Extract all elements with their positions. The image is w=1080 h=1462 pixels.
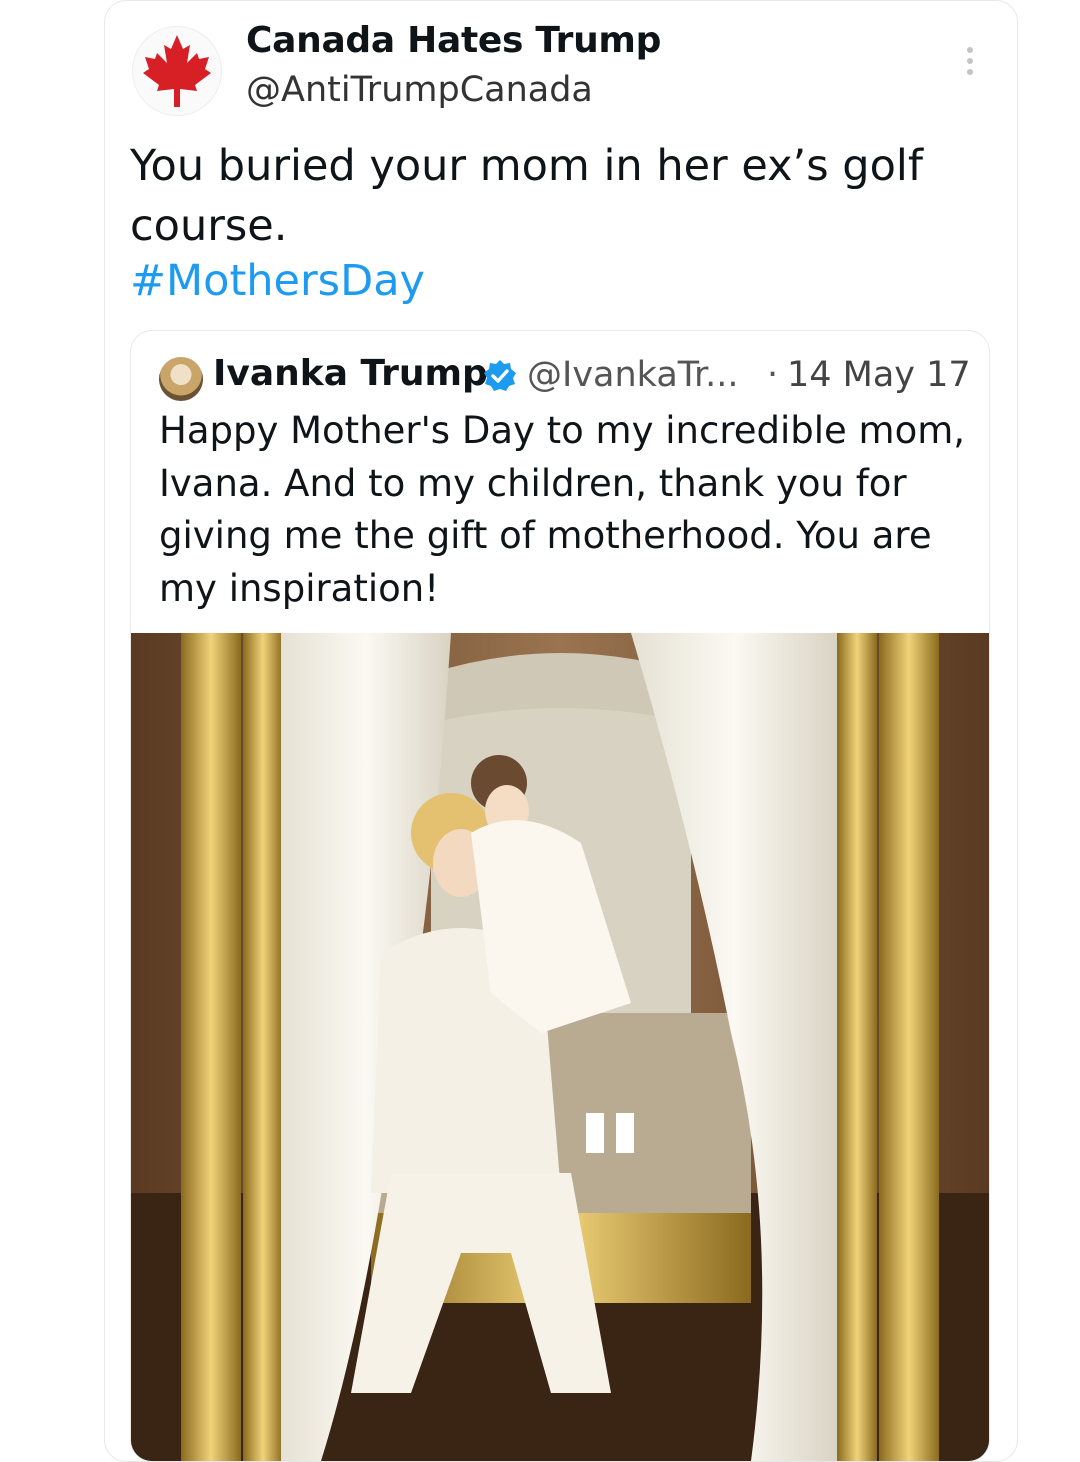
- quoted-author-name[interactable]: Ivanka Trump: [213, 353, 488, 394]
- hashtag-link[interactable]: #MothersDay: [130, 256, 425, 306]
- quoted-author-handle[interactable]: @IvankaTr...: [527, 355, 739, 395]
- quoted-author-avatar[interactable]: [159, 357, 203, 401]
- author-handle[interactable]: @AntiTrumpCanada: [246, 70, 593, 110]
- author-avatar[interactable]: [132, 26, 222, 116]
- quoted-photo[interactable]: [131, 633, 989, 1461]
- author-name[interactable]: Canada Hates Trump: [246, 20, 661, 61]
- tweet-text: You buried your mom in her ex’s golf cou…: [130, 141, 923, 251]
- quoted-tweet[interactable]: Ivanka Trump @IvankaTr... · 14 May 17 Ha…: [130, 330, 990, 1462]
- maple-leaf-icon: [143, 35, 211, 107]
- verified-badge-icon: [483, 359, 517, 393]
- more-vertical-icon[interactable]: [960, 44, 980, 80]
- separator-dot: ·: [767, 355, 779, 395]
- photo-illustration: [131, 633, 989, 1461]
- quoted-text: Happy Mother's Day to my incredible mom,…: [159, 409, 966, 610]
- quoted-date[interactable]: 14 May 17: [787, 355, 971, 395]
